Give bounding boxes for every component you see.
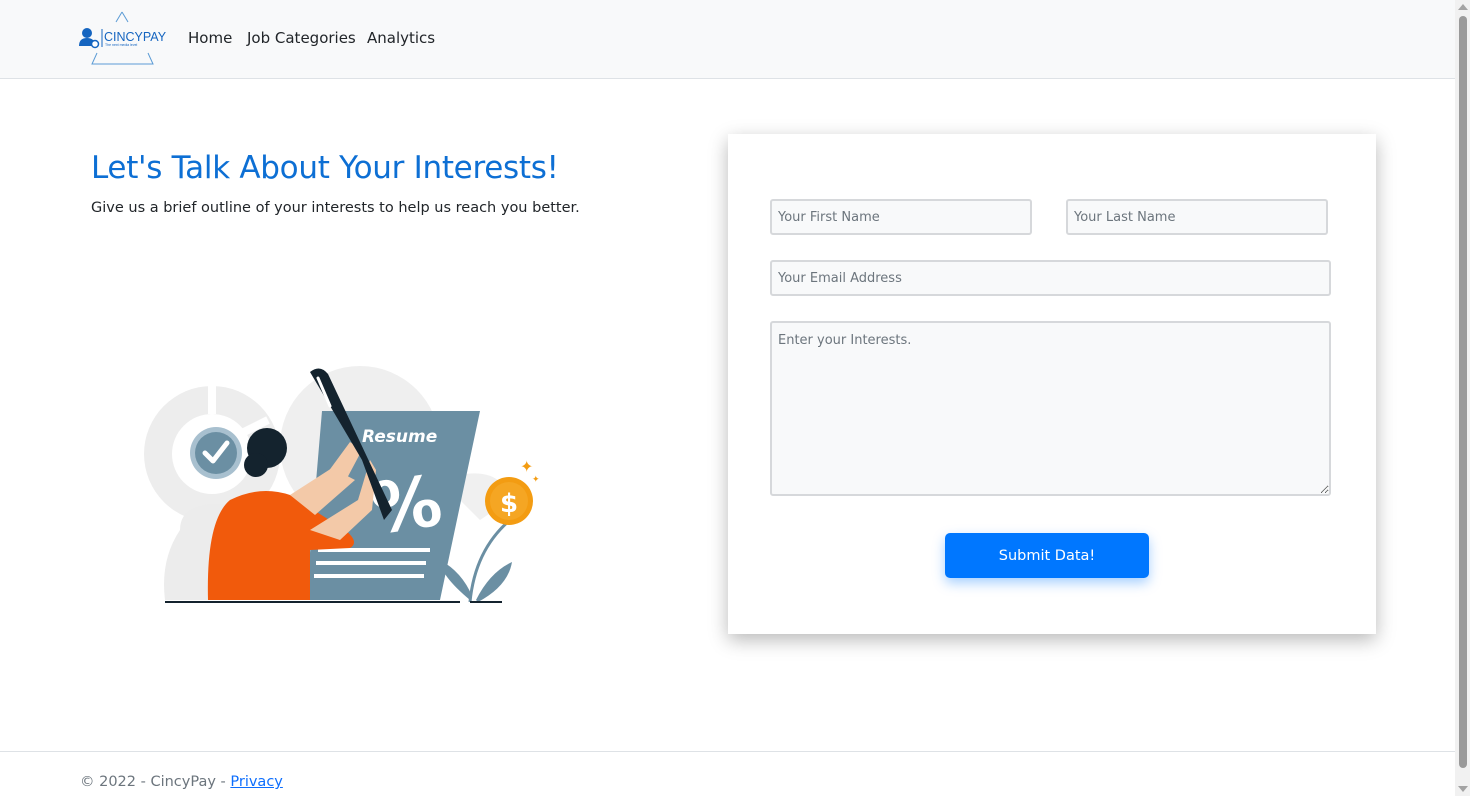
svg-text:Resume: Resume <box>362 427 437 447</box>
check-icon <box>190 427 242 479</box>
page-title: Let's Talk About Your Interests! <box>91 150 559 186</box>
footer-copyright: © 2022 - CincyPay - Privacy <box>80 774 283 790</box>
svg-text:✦: ✦ <box>520 457 533 476</box>
nav-home[interactable]: Home <box>188 29 232 47</box>
footer: © 2022 - CincyPay - Privacy <box>0 751 1455 796</box>
svg-text:$: $ <box>500 489 518 519</box>
scroll-up-arrow-icon[interactable] <box>1458 4 1468 10</box>
resume-illustration: Resume % $ ✦ ✦ <box>140 360 550 610</box>
interest-form-card: Submit Data! <box>728 134 1376 634</box>
vertical-scrollbar[interactable] <box>1455 0 1470 796</box>
brand-logo[interactable]: CINCYPAY The next media level <box>78 11 168 67</box>
first-name-input[interactable] <box>770 199 1032 235</box>
nav-analytics[interactable]: Analytics <box>367 29 435 47</box>
scroll-down-arrow-icon[interactable] <box>1458 786 1468 792</box>
scrollbar-thumb[interactable] <box>1459 16 1467 768</box>
svg-text:%: % <box>366 460 447 551</box>
page-subtitle: Give us a brief outline of your interest… <box>91 200 580 216</box>
nav-job-categories[interactable]: Job Categories <box>247 29 356 47</box>
privacy-link[interactable]: Privacy <box>230 774 283 790</box>
copyright-text: © 2022 - CincyPay - <box>80 774 231 790</box>
submit-button[interactable]: Submit Data! <box>945 533 1149 578</box>
interests-textarea[interactable] <box>770 321 1331 496</box>
svg-text:CINCYPAY: CINCYPAY <box>104 30 167 44</box>
svg-text:The next media level: The next media level <box>105 43 138 47</box>
navbar: CINCYPAY The next media level Home Job C… <box>0 0 1455 79</box>
last-name-input[interactable] <box>1066 199 1328 235</box>
dollar-coin-icon: $ ✦ ✦ <box>485 457 540 525</box>
email-input[interactable] <box>770 260 1331 296</box>
svg-text:✦: ✦ <box>532 475 540 485</box>
